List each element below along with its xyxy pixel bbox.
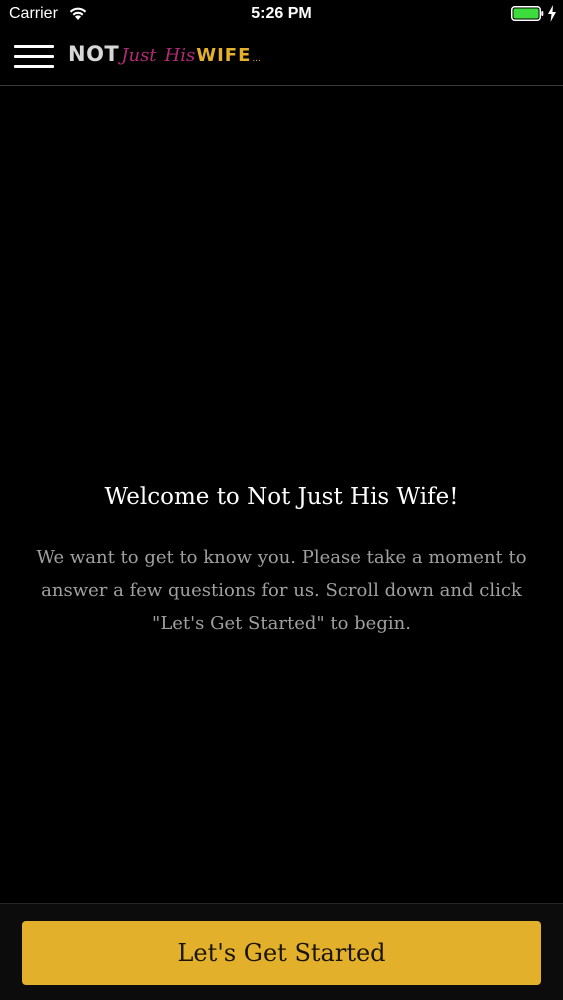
logo-his-text: His [164, 45, 196, 66]
navigation-bar: NOT Just His WIFE ... [0, 30, 563, 86]
battery-icon [511, 6, 544, 21]
clock-time: 5:26 PM [251, 5, 312, 22]
app-screen: Carrier 5:26 PM NOT Just His WIFE ... We… [0, 0, 563, 1000]
welcome-title: Welcome to Not Just His Wife! [104, 484, 459, 510]
logo-just-text: Just [121, 45, 157, 66]
charging-bolt-icon [547, 5, 557, 22]
logo-wife-text: WIFE [196, 45, 252, 66]
logo-not-text: NOT [68, 42, 120, 66]
welcome-description: We want to get to know you. Please take … [36, 547, 527, 634]
app-logo: NOT Just His WIFE ... [68, 42, 261, 72]
bottom-action-bar: Let's Get Started [0, 903, 563, 1000]
status-bar: Carrier 5:26 PM [0, 0, 563, 30]
logo-ellipsis: ... [252, 53, 261, 64]
hamburger-menu-icon[interactable] [14, 43, 54, 71]
lets-get-started-button[interactable]: Let's Get Started [22, 921, 541, 985]
